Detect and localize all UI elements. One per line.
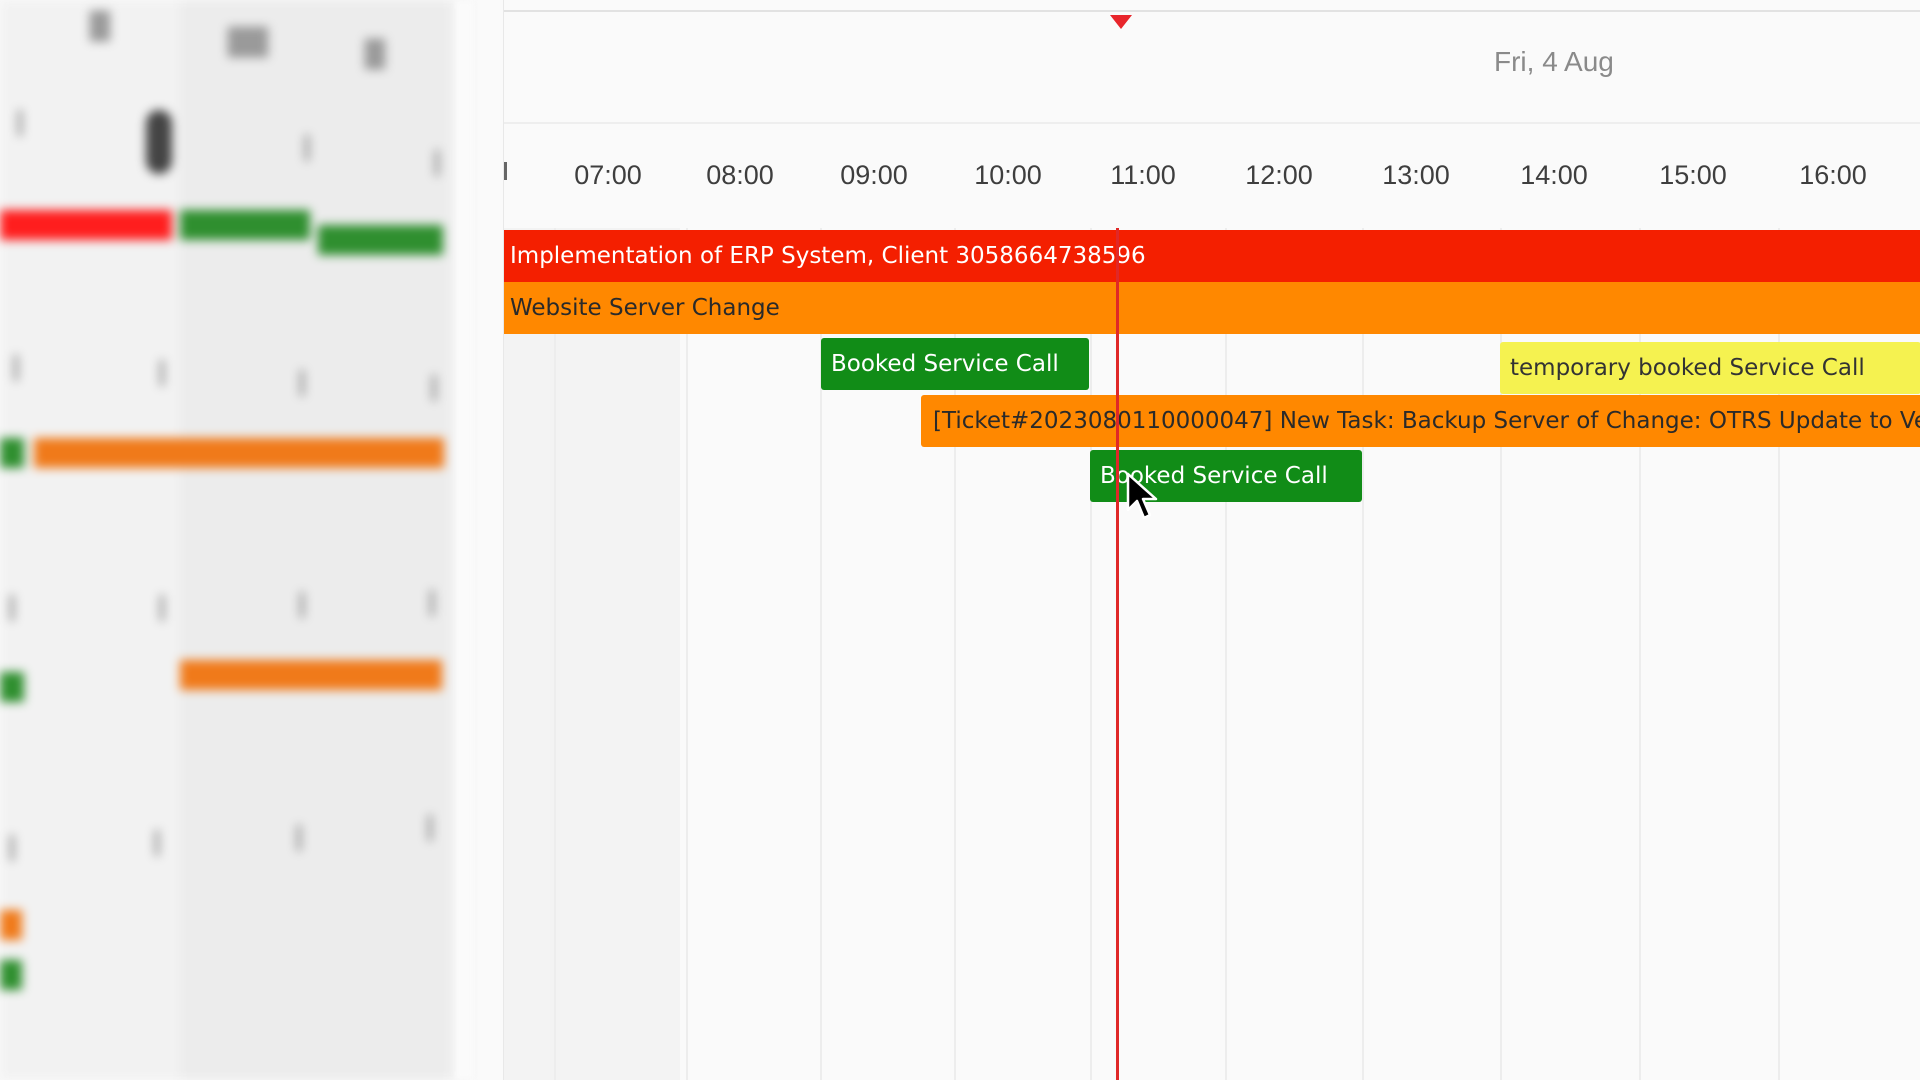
header-top-border: [504, 10, 1920, 12]
background-tick: [432, 375, 436, 401]
date-header: Fri, 4 Aug: [1494, 46, 1614, 77]
background-column: [180, 0, 450, 1080]
background-event-bar: [0, 960, 22, 990]
hour-label: 14:00: [1520, 160, 1588, 190]
background-tick: [430, 590, 434, 616]
background-event-bar: [34, 438, 444, 468]
event-erp-implementation[interactable]: Implementation of ERP System, Client 305…: [504, 230, 1920, 282]
background-tick: [10, 835, 14, 861]
background-event-bar: [180, 660, 442, 690]
mouse-pointer-icon: [1126, 472, 1158, 520]
background-event-bar: [180, 210, 310, 240]
background-event-bar: [0, 438, 24, 468]
background-tick: [428, 815, 432, 841]
background-calendar-view: █ ██ █: [0, 0, 470, 1080]
background-tick: [300, 370, 304, 396]
non-working-hours-shade: [504, 228, 680, 1080]
triangle-down-icon: [1110, 15, 1132, 29]
background-tick: [155, 830, 159, 856]
hour-label: 16:00: [1799, 160, 1867, 190]
background-tick: [300, 592, 304, 618]
grid-line: [554, 228, 556, 1080]
header-separator: [504, 122, 1920, 124]
background-tick: [435, 150, 439, 176]
event-website-server-change[interactable]: Website Server Change: [504, 282, 1920, 334]
background-day-label: █: [90, 12, 110, 42]
event-booked-service-call[interactable]: Booked Service Call: [821, 338, 1089, 390]
background-tick: [14, 355, 18, 381]
background-tick: [10, 595, 14, 621]
background-event-bar: [0, 910, 22, 940]
hour-label: 07:00: [574, 160, 642, 190]
background-event-bar: [0, 210, 172, 240]
event-temporary-booked-service-call[interactable]: temporary booked Service Call: [1500, 342, 1920, 394]
app-window: █ ██ █ Fri, 4 Aug 07:00 08:00 09:00 10:0…: [0, 0, 1920, 1080]
background-tick: [297, 825, 301, 851]
background-scroll-handle: [146, 110, 172, 174]
hour-label: 13:00: [1382, 160, 1450, 190]
hour-label: 10:00: [974, 160, 1042, 190]
background-event-bar: [318, 225, 443, 255]
timeline-panel: Fri, 4 Aug 07:00 08:00 09:00 10:00 11:00…: [503, 0, 1920, 1080]
event-ticket-backup-server[interactable]: [Ticket#2023080110000047] New Task: Back…: [921, 395, 1920, 447]
background-event-bar: [0, 672, 24, 702]
grid-line: [1225, 228, 1227, 1080]
background-day-label: ██: [228, 28, 268, 58]
current-time-indicator: [1116, 228, 1119, 1080]
panel-divider: [455, 0, 473, 1080]
background-tick: [18, 110, 22, 136]
background-tick: [305, 135, 309, 161]
grid-line: [686, 228, 688, 1080]
grid-line: [1090, 228, 1092, 1080]
hour-label: 11:00: [1110, 160, 1176, 190]
hour-label: 12:00: [1245, 160, 1313, 190]
hour-label: 09:00: [840, 160, 908, 190]
background-tick: [160, 595, 164, 621]
background-day-label: █: [365, 40, 385, 70]
grid-line: [1362, 228, 1364, 1080]
background-tick: [160, 360, 164, 386]
hour-label: 08:00: [706, 160, 774, 190]
hour-label-partial: [504, 162, 507, 180]
hour-label: 15:00: [1659, 160, 1727, 190]
